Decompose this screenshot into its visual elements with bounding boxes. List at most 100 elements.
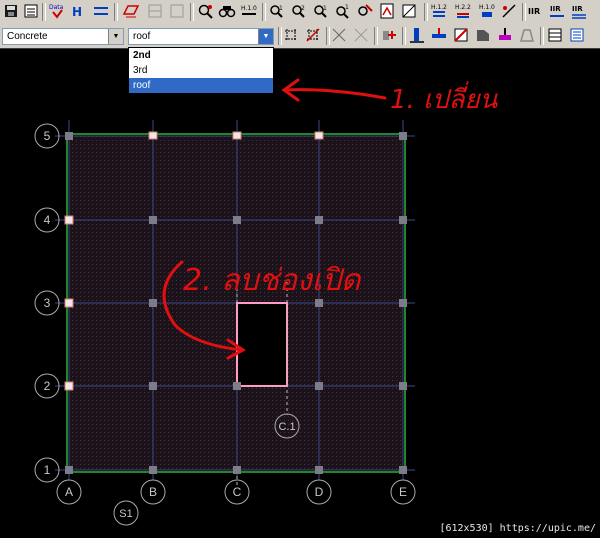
h-1-2-icon[interactable]: H.1.2 xyxy=(430,2,448,20)
annotation-1: 1. เปลี่ยน xyxy=(390,81,499,115)
wall-icon[interactable] xyxy=(474,26,492,44)
toolbar-separator xyxy=(190,3,194,21)
chevron-down-icon[interactable]: ▼ xyxy=(258,29,273,44)
toolbar-separator xyxy=(262,3,266,21)
watermark: [612x530] https://upic.me/ xyxy=(439,523,596,534)
slab-icon[interactable] xyxy=(122,2,140,20)
column xyxy=(149,216,157,224)
query-4-icon[interactable]: 1 xyxy=(334,2,352,20)
iir-2-icon[interactable]: IIR xyxy=(548,2,566,20)
column xyxy=(233,382,241,390)
data-check-icon[interactable]: Data xyxy=(48,2,66,20)
level-option-3rd[interactable]: 3rd xyxy=(129,63,273,78)
main-toolbar: Data H H.1.0 1 2 1 1 H.1.2 H.2.2 H.1.0 I… xyxy=(0,0,600,25)
h-section-icon[interactable]: H xyxy=(70,2,88,20)
list-icon[interactable] xyxy=(568,26,586,44)
h-1-0b-icon[interactable]: H.1.0 xyxy=(478,2,496,20)
toolbar-separator xyxy=(42,3,46,21)
column xyxy=(399,299,407,307)
report-icon[interactable] xyxy=(378,2,396,20)
col-label-c: C xyxy=(233,485,242,499)
column xyxy=(65,466,73,474)
h-2-2-icon[interactable]: H.2.2 xyxy=(454,2,472,20)
annotation-2: 2. ลบช่องเปิด xyxy=(183,263,362,298)
query-5-icon[interactable] xyxy=(356,2,374,20)
column xyxy=(149,382,157,390)
toolbar-separator xyxy=(424,3,428,21)
slab-outline-icon[interactable] xyxy=(168,2,186,20)
column xyxy=(399,216,407,224)
column-icon[interactable] xyxy=(408,26,426,44)
chevron-down-icon[interactable]: ▼ xyxy=(108,29,123,44)
svg-text:H: H xyxy=(72,5,82,19)
svg-text:H.1.2: H.1.2 xyxy=(431,4,447,11)
level-option-roof[interactable]: roof xyxy=(129,78,273,93)
iir-3-icon[interactable]: IIR xyxy=(570,2,588,20)
delete-grid-icon[interactable] xyxy=(304,26,322,44)
edge-support xyxy=(314,131,324,140)
row-label-5: 5 xyxy=(44,129,51,143)
column xyxy=(399,382,407,390)
table-icon[interactable] xyxy=(546,26,564,44)
drawing-canvas[interactable]: 5 4 3 2 1 A B C D E C.1 S1 1. เปลี่ยน 2.… xyxy=(0,49,600,538)
measure-icon[interactable] xyxy=(500,2,518,20)
svg-text:1: 1 xyxy=(323,5,327,12)
section-label: S1 xyxy=(119,508,132,520)
column xyxy=(65,132,73,140)
column xyxy=(315,466,323,474)
add-icon[interactable] xyxy=(380,26,398,44)
row-label-1: 1 xyxy=(44,463,51,477)
query-1-icon[interactable]: 1 xyxy=(268,2,286,20)
level-select[interactable]: roof ▼ xyxy=(128,28,274,45)
iir-1-icon[interactable]: IIR xyxy=(526,2,544,20)
col-label-e: E xyxy=(399,485,407,499)
column xyxy=(149,299,157,307)
trapezoid-icon[interactable] xyxy=(518,26,536,44)
annotation-arrow-1 xyxy=(281,78,387,102)
query-3-icon[interactable]: 1 xyxy=(312,2,330,20)
level-option-2nd[interactable]: 2nd xyxy=(129,48,273,63)
toolbar-separator xyxy=(540,27,544,45)
slab-opening[interactable] xyxy=(236,302,288,387)
properties-icon[interactable] xyxy=(22,2,40,20)
column xyxy=(315,216,323,224)
svg-text:H.1.0: H.1.0 xyxy=(241,5,257,12)
material-select[interactable]: Concrete ▼ xyxy=(2,28,124,45)
secondary-toolbar: Concrete ▼ roof ▼ xyxy=(0,24,600,49)
edge-support xyxy=(64,381,74,391)
h-1-0-icon[interactable]: H.1.0 xyxy=(240,2,258,20)
row-label-3: 3 xyxy=(44,296,51,310)
cross-icon[interactable] xyxy=(330,26,348,44)
beam-icon[interactable] xyxy=(92,2,110,20)
edge-support xyxy=(232,131,242,140)
svg-text:1: 1 xyxy=(279,5,283,12)
edge-support xyxy=(64,215,74,225)
col-label-d: D xyxy=(315,485,324,499)
column xyxy=(315,382,323,390)
beam-load-icon[interactable] xyxy=(430,26,448,44)
level-select-value: roof xyxy=(133,31,151,42)
query-2-icon[interactable]: 2 xyxy=(290,2,308,20)
column xyxy=(399,132,407,140)
col-label-a: A xyxy=(65,485,73,499)
cross-check-icon[interactable] xyxy=(352,26,370,44)
column xyxy=(233,216,241,224)
slab-edit-icon[interactable] xyxy=(452,26,470,44)
dim-icon[interactable] xyxy=(400,2,418,20)
svg-text:2: 2 xyxy=(301,5,305,12)
load-icon[interactable] xyxy=(496,26,514,44)
svg-text:H.2.2: H.2.2 xyxy=(455,4,471,11)
opening-icon[interactable] xyxy=(146,2,164,20)
svg-text:IIR: IIR xyxy=(550,5,561,13)
zoom-icon[interactable] xyxy=(196,2,214,20)
material-select-value: Concrete xyxy=(7,31,48,42)
edge-support xyxy=(64,298,74,308)
svg-text:IIR: IIR xyxy=(572,5,583,13)
find-icon[interactable] xyxy=(218,2,236,20)
grid-icon[interactable] xyxy=(282,26,300,44)
col-label-b: B xyxy=(149,485,157,499)
level-dropdown[interactable]: 2nd 3rd roof xyxy=(128,47,274,94)
column xyxy=(399,466,407,474)
save-icon[interactable] xyxy=(2,2,20,20)
row-label-2: 2 xyxy=(44,379,51,393)
